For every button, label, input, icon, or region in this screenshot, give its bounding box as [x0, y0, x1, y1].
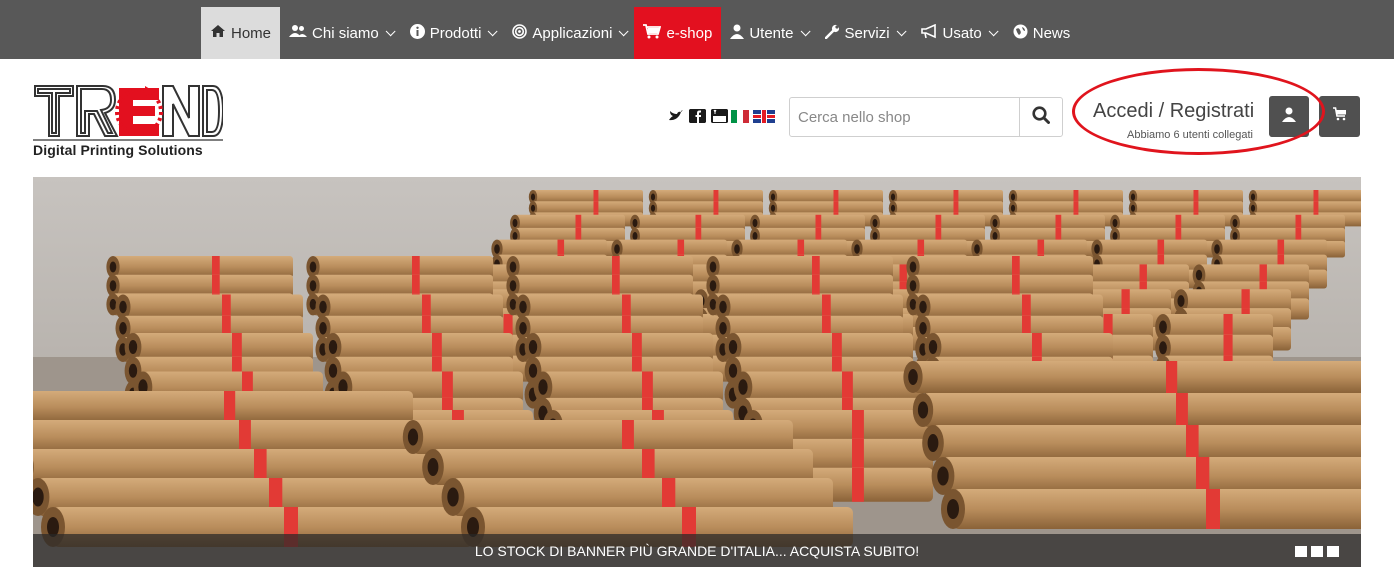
- globe-icon: [1013, 24, 1028, 43]
- nav-item-label: Home: [231, 24, 272, 42]
- shop-search: [789, 97, 1063, 137]
- search-input[interactable]: [790, 98, 1020, 136]
- nav-item-label: Applicazioni: [532, 24, 613, 42]
- chevron-down-icon: [800, 25, 811, 36]
- youtube-icon[interactable]: [711, 109, 728, 123]
- nav-item-label: News: [1032, 24, 1071, 42]
- account-button[interactable]: [1269, 96, 1309, 137]
- chevron-down-icon: [988, 25, 999, 36]
- facebook-icon[interactable]: [689, 109, 706, 123]
- nav-item-servizi[interactable]: Servizi: [816, 7, 912, 59]
- top-navigation-bar: Home Chi siamo Prodotti Applicazioni e-s…: [0, 0, 1394, 59]
- nav-item-label: Servizi: [844, 24, 890, 42]
- nav-item-home[interactable]: Home: [201, 7, 281, 59]
- nav-item-chi-siamo[interactable]: Chi siamo: [280, 7, 401, 59]
- nav-item-usato[interactable]: Usato: [912, 7, 1004, 59]
- users-icon: [289, 24, 308, 42]
- info-icon: [409, 23, 425, 43]
- chevron-down-icon: [385, 25, 396, 36]
- user-icon: [1282, 107, 1296, 127]
- slide-dot[interactable]: [1327, 546, 1339, 557]
- nav-item-prodotti[interactable]: Prodotti: [401, 7, 504, 59]
- cart-icon: [1332, 107, 1347, 126]
- wrench-icon: [824, 24, 840, 43]
- logo-tagline: Digital Printing Solutions: [33, 142, 203, 158]
- it-flag-icon[interactable]: [731, 110, 749, 123]
- nav-menu: Home Chi siamo Prodotti Applicazioni e-s…: [201, 7, 1079, 59]
- slide-image: [33, 177, 1361, 567]
- chevron-down-icon: [619, 25, 630, 36]
- login-register-link[interactable]: Accedi / Registrati: [1093, 100, 1254, 123]
- chevron-down-icon: [488, 25, 498, 36]
- twitter-icon[interactable]: [667, 109, 684, 123]
- nav-item-eshop[interactable]: e-shop: [634, 7, 722, 59]
- user-icon: [730, 24, 745, 43]
- slide-caption: LO STOCK DI BANNER PIÙ GRANDE D'ITALIA..…: [33, 534, 1361, 567]
- cart-button[interactable]: [1319, 96, 1360, 137]
- site-header: Digital Printing Solutions Accedi / Regi…: [0, 59, 1394, 177]
- megaphone-icon: [920, 23, 938, 43]
- social-links: [667, 109, 728, 123]
- hero-slider[interactable]: LO STOCK DI BANNER PIÙ GRANDE D'ITALIA..…: [33, 177, 1361, 567]
- home-icon: [210, 24, 226, 42]
- chevron-down-icon: [896, 25, 907, 36]
- slide-dot[interactable]: [1295, 546, 1307, 557]
- language-selector: [731, 110, 775, 123]
- search-button[interactable]: [1019, 98, 1062, 136]
- slide-dot[interactable]: [1311, 546, 1323, 557]
- nav-item-label: e-shop: [666, 24, 713, 42]
- slider-pagination: [1295, 546, 1339, 557]
- nav-item-applicazioni[interactable]: Applicazioni: [503, 7, 634, 59]
- uk-flag-icon[interactable]: [753, 110, 775, 123]
- nav-item-news[interactable]: News: [1004, 7, 1080, 59]
- search-icon: [1032, 105, 1050, 129]
- nav-item-label: Utente: [749, 24, 794, 42]
- cart-icon: [643, 23, 662, 43]
- nav-item-label: Prodotti: [429, 24, 482, 42]
- nav-item-utente[interactable]: Utente: [721, 7, 815, 59]
- target-icon: [512, 23, 528, 43]
- nav-item-label: Usato: [942, 24, 982, 42]
- users-online-text: Abbiamo 6 utenti collegati: [1127, 129, 1253, 141]
- nav-item-label: Chi siamo: [312, 24, 379, 42]
